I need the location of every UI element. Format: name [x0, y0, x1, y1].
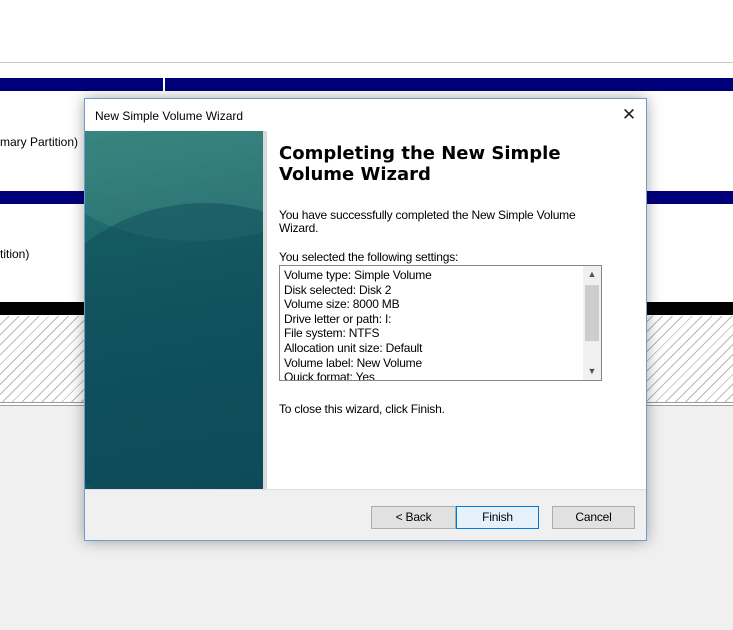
- side-graphic-wave: [85, 203, 263, 489]
- partition-divider: [163, 78, 165, 95]
- setting-line: Volume type: Simple Volume: [284, 268, 432, 282]
- settings-listbox[interactable]: Volume type: Simple Volume Disk selected…: [279, 265, 602, 381]
- back-button[interactable]: < Back: [371, 506, 456, 529]
- setting-line: File system: NTFS: [284, 326, 380, 341]
- new-simple-volume-wizard-dialog: New Simple Volume Wizard ✕ Completing th…: [84, 98, 647, 541]
- button-bar: < Back Finish Cancel: [85, 489, 646, 540]
- setting-line: Quick format: Yes: [284, 370, 375, 381]
- setting-line: Volume size: 8000 MB: [284, 297, 400, 312]
- wizard-content: Completing the New Simple Volume Wizard …: [279, 143, 609, 416]
- partition-label-2[interactable]: tition): [0, 247, 29, 261]
- setting-line: Disk selected: Disk 2: [284, 282, 392, 297]
- dialog-title: New Simple Volume Wizard: [95, 109, 244, 123]
- cancel-button[interactable]: Cancel: [552, 506, 635, 529]
- settings-scrollbar[interactable]: ▲ ▼: [583, 266, 601, 380]
- close-instructions: To close this wizard, click Finish.: [279, 402, 445, 416]
- success-message: You have successfully completed the New …: [279, 208, 576, 235]
- setting-line: Volume label: New Volume: [284, 355, 422, 370]
- scroll-up-icon[interactable]: ▲: [583, 266, 601, 283]
- finish-button[interactable]: Finish: [456, 506, 539, 529]
- scroll-down-icon[interactable]: ▼: [583, 363, 601, 380]
- partition-header-bar[interactable]: [0, 78, 733, 91]
- title-bar[interactable]: New Simple Volume Wizard ✕: [85, 99, 646, 131]
- wizard-side-graphic: [85, 131, 263, 489]
- toolbar-area: [0, 0, 733, 62]
- side-panel-edge: [263, 131, 267, 489]
- close-icon[interactable]: ✕: [612, 99, 646, 131]
- setting-line: Drive letter or path: I:: [284, 311, 392, 326]
- setting-line: Allocation unit size: Default: [284, 340, 423, 355]
- scroll-thumb[interactable]: [585, 285, 599, 341]
- settings-list: Volume type: Simple Volume Disk selected…: [284, 268, 580, 381]
- wizard-heading: Completing the New Simple Volume Wizard: [279, 143, 561, 185]
- partition-label-1[interactable]: mary Partition): [0, 135, 78, 149]
- settings-label: You selected the following settings:: [279, 250, 459, 264]
